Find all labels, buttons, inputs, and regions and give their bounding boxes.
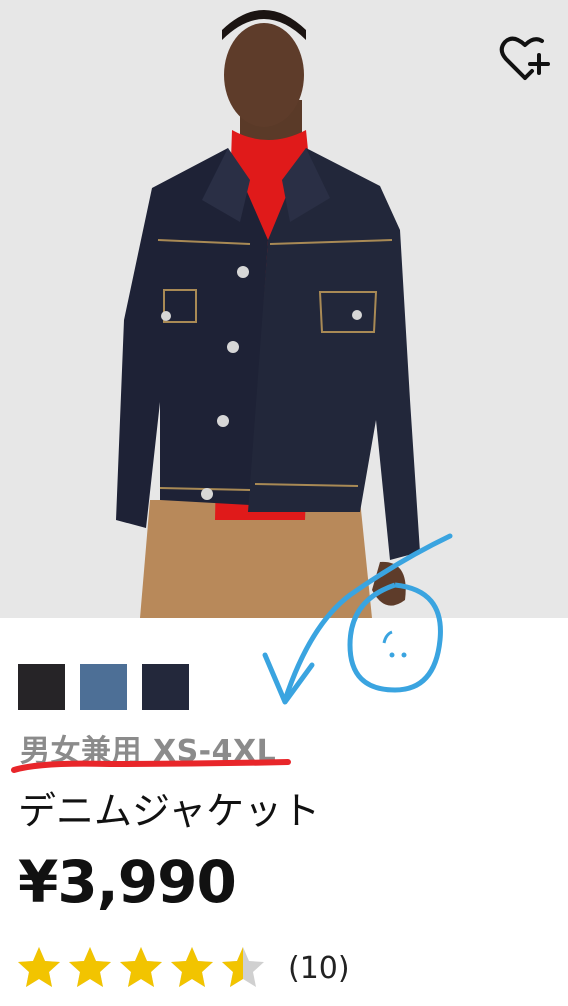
product-price: ¥3,990 <box>18 848 237 916</box>
product-name[interactable]: デニムジャケット <box>18 780 320 835</box>
favorite-add-button[interactable] <box>498 32 556 84</box>
rating[interactable]: (10) <box>16 941 350 995</box>
swatch-navy[interactable] <box>142 664 189 710</box>
star-icon <box>18 947 60 987</box>
rating-stars <box>16 945 266 991</box>
star-icon <box>171 947 213 987</box>
color-swatches <box>18 664 189 710</box>
swatch-blue[interactable] <box>80 664 127 710</box>
gender-size-label: 男女兼用 XS-4XL <box>20 734 277 769</box>
star-icon <box>69 947 111 987</box>
model-photo <box>116 10 420 618</box>
star-icon <box>120 947 162 987</box>
review-count: (10) <box>288 950 350 986</box>
swatch-black[interactable] <box>18 664 65 710</box>
product-image[interactable] <box>0 0 568 618</box>
heart-plus-icon <box>499 36 550 80</box>
star-icon <box>222 947 264 987</box>
